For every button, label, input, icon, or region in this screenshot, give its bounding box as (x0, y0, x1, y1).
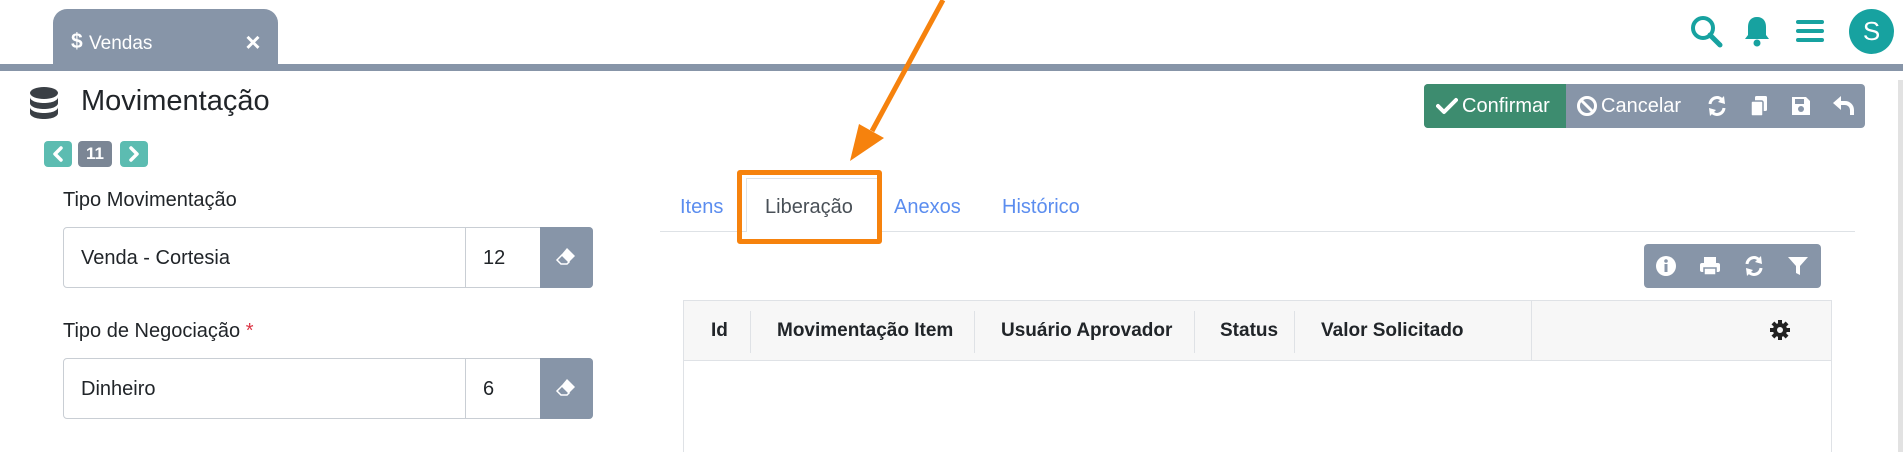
database-icon (27, 86, 61, 122)
filter-icon (1788, 257, 1808, 275)
copy-button[interactable] (1738, 84, 1780, 128)
document-tab-vendas[interactable]: $ Vendas × (53, 9, 278, 71)
column-divider (1531, 301, 1532, 360)
previous-record-button[interactable] (44, 141, 72, 167)
scrollbar[interactable] (1898, 80, 1903, 452)
column-header-label: Status (1220, 320, 1279, 341)
top-bar: $ Vendas × S (0, 0, 1903, 72)
highlight-annotation (737, 170, 882, 244)
copy-icon (1750, 96, 1767, 117)
page-title: Movimentação (81, 85, 270, 117)
column-header-label: Id (711, 320, 728, 341)
tipo-movimentacao-code-input[interactable]: 12 (465, 228, 540, 287)
search-icon[interactable] (1689, 14, 1725, 50)
clear-tipo-movimentacao-button[interactable] (540, 227, 593, 288)
dollar-icon: $ (71, 30, 83, 53)
tab-itens[interactable]: Itens (680, 196, 723, 219)
bell-icon[interactable] (1740, 14, 1776, 50)
confirm-label: Confirmar (1462, 95, 1550, 117)
confirm-button[interactable]: Confirmar (1424, 84, 1566, 128)
avatar[interactable]: S (1849, 9, 1894, 54)
print-button[interactable] (1688, 244, 1732, 288)
tipo-negociacao-code: 6 (483, 378, 495, 400)
refresh-icon (1708, 96, 1726, 116)
tab-anexos[interactable]: Anexos (894, 196, 961, 219)
tipo-negociacao-label-text: Tipo de Negociação (63, 320, 241, 342)
info-icon (1656, 256, 1676, 276)
chevron-right-icon (129, 146, 139, 162)
column-header-id[interactable]: Id (684, 301, 750, 360)
tipo-movimentacao-label: Tipo Movimentação (63, 189, 237, 211)
column-header-valor-solicitado[interactable]: Valor Solicitado (1294, 301, 1903, 360)
ban-icon (1577, 96, 1597, 116)
liberacao-table: Id Movimentação Item Usuário Aprovador S… (683, 300, 1832, 452)
tipo-negociacao-code-input[interactable]: 6 (465, 359, 540, 418)
check-icon (1436, 98, 1458, 114)
document-tab-label: Vendas (89, 33, 153, 54)
tab-historico[interactable]: Histórico (1002, 196, 1080, 219)
required-marker: * (245, 320, 254, 342)
menu-icon[interactable] (1793, 14, 1829, 50)
next-record-button[interactable] (120, 141, 148, 167)
table-header: Id Movimentação Item Usuário Aprovador S… (684, 301, 1831, 361)
tipo-negociacao-label: Tipo de Negociação * (63, 320, 254, 343)
tab-bar-divider (0, 64, 1903, 71)
eraser-icon (555, 379, 575, 396)
save-icon (1792, 97, 1810, 115)
save-button[interactable] (1780, 84, 1822, 128)
undo-icon (1833, 96, 1854, 115)
undo-button[interactable] (1822, 84, 1864, 128)
column-header-label: Usuário Aprovador (1001, 320, 1173, 341)
chevron-left-icon (53, 146, 63, 162)
gear-icon[interactable] (1769, 319, 1791, 341)
cancel-button[interactable]: Cancelar (1566, 84, 1684, 128)
info-button[interactable] (1644, 244, 1688, 288)
tipo-negociacao-value[interactable]: Dinheiro (81, 378, 155, 401)
filter-button[interactable] (1776, 244, 1820, 288)
clear-tipo-negociacao-button[interactable] (540, 358, 593, 419)
grid-refresh-button[interactable] (1732, 244, 1776, 288)
cancel-label: Cancelar (1601, 95, 1682, 117)
close-icon[interactable]: × (239, 28, 267, 56)
refresh-button[interactable] (1696, 84, 1738, 128)
eraser-icon (555, 248, 575, 265)
column-header-label: Movimentação Item (777, 320, 954, 341)
tipo-negociacao-field[interactable]: Dinheiro 6 (63, 358, 593, 419)
tipo-movimentacao-field[interactable]: Venda - Cortesia 12 (63, 227, 593, 288)
refresh-icon (1745, 256, 1763, 276)
column-header-label: Valor Solicitado (1321, 320, 1464, 341)
tipo-movimentacao-code: 12 (483, 247, 506, 269)
record-number-badge: 11 (78, 141, 112, 167)
tipo-movimentacao-value[interactable]: Venda - Cortesia (81, 247, 230, 270)
print-icon (1700, 257, 1720, 276)
